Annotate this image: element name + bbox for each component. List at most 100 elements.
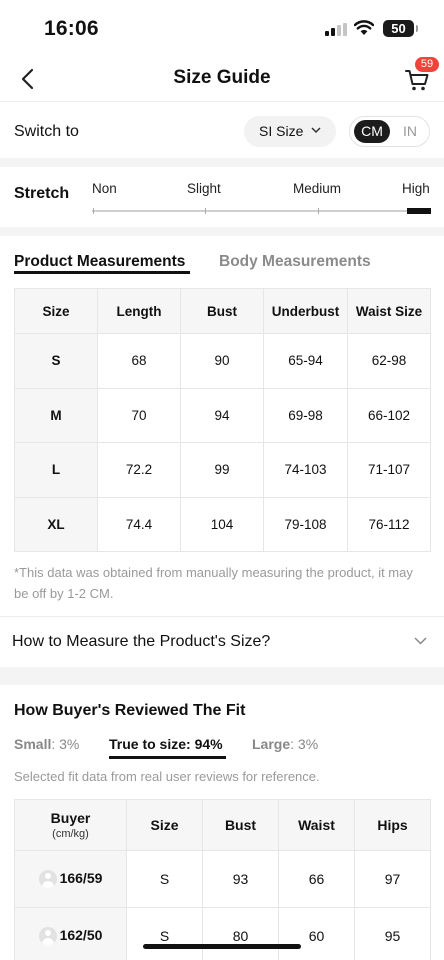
avatar	[38, 870, 57, 889]
stretch-tick	[205, 208, 206, 214]
table-row: 166/59 S 93 66 97	[14, 850, 431, 908]
unit-in-option[interactable]: IN	[394, 120, 426, 143]
active-tab-indicator	[14, 271, 190, 274]
size-system-dropdown[interactable]: SI Size	[244, 116, 336, 147]
buyer-fit-title: How Buyer's Reviewed The Fit	[14, 702, 246, 719]
table-cell: 90	[180, 333, 264, 389]
how-to-measure-expander[interactable]: How to Measure the Product's Size?	[0, 616, 444, 667]
table-cell: 79-108	[263, 496, 348, 552]
cellular-signal-icon	[325, 23, 347, 36]
column-header: Underbust	[263, 288, 348, 334]
table-header-row: Size Length Bust Underbust Waist Size	[14, 288, 431, 334]
cart-count-badge: 59	[415, 57, 439, 72]
stretch-option-high: High	[402, 181, 430, 196]
fit-large[interactable]: Large: 3%	[252, 736, 318, 752]
table-cell: 80	[202, 907, 279, 960]
stretch-option-medium: Medium	[293, 181, 342, 196]
product-measurements-table: Size Length Bust Underbust Waist Size S …	[14, 288, 431, 552]
column-header: Size	[126, 799, 203, 851]
table-cell: 104	[180, 496, 264, 552]
table-cell: 72.2	[97, 442, 181, 498]
column-header: Waist	[278, 799, 355, 851]
switch-row: Switch to SI Size CM IN	[0, 103, 444, 159]
buyer-header-unit: (cm/kg)	[52, 828, 89, 840]
table-row: XL 74.4 104 79-108 76-112	[14, 496, 431, 552]
status-bar: 16:06 50	[0, 0, 444, 56]
table-row: 162/50 S 80 60 95	[14, 907, 431, 960]
table-cell: 93	[202, 850, 279, 908]
measurement-disclaimer: *This data was obtained from manually me…	[14, 565, 413, 601]
size-cell: L	[14, 442, 98, 498]
unit-toggle: CM IN	[349, 116, 430, 147]
table-row: M 70 94 69-98 66-102	[14, 387, 431, 443]
status-time: 16:06	[44, 17, 99, 40]
column-header: Size	[14, 288, 98, 334]
table-cell: 66	[278, 850, 355, 908]
table-header-row: Buyer (cm/kg) Size Bust Waist Hips	[14, 799, 431, 851]
size-cell: XL	[14, 496, 98, 552]
tab-product-measurements[interactable]: Product Measurements	[14, 253, 185, 271]
tab-body-measurements[interactable]: Body Measurements	[219, 253, 371, 271]
table-cell: 60	[278, 907, 355, 960]
buyer-value: 162/50	[59, 926, 103, 943]
fit-true-to-size[interactable]: True to size: 94%	[109, 736, 223, 752]
size-system-value: SI Size	[259, 123, 304, 139]
table-cell: 69-98	[263, 387, 348, 443]
fit-large-label: Large	[252, 736, 291, 752]
size-cell: M	[14, 387, 98, 443]
buyer-cell: 166/59	[14, 850, 127, 908]
table-cell: 71-107	[347, 442, 431, 498]
column-header: Waist Size	[347, 288, 431, 334]
section-divider	[0, 158, 444, 167]
table-cell: 97	[354, 850, 431, 908]
wifi-icon	[354, 20, 374, 35]
table-cell: 76-112	[347, 496, 431, 552]
fit-active-indicator	[109, 756, 226, 759]
fit-data-note: Selected fit data from real user reviews…	[14, 769, 320, 784]
table-cell: 94	[180, 387, 264, 443]
table-row: L 72.2 99 74-103 71-107	[14, 442, 431, 498]
table-cell: 99	[180, 442, 264, 498]
buyer-value: 166/59	[59, 869, 103, 886]
table-cell: 70	[97, 387, 181, 443]
fit-stats: Small: 3% True to size: 94% Large: 3%	[0, 736, 444, 760]
table-row: S 68 90 65-94 62-98	[14, 333, 431, 389]
fit-small-value: : 3%	[51, 736, 80, 752]
table-cell: S	[126, 907, 203, 960]
stretch-label: Stretch	[14, 185, 70, 202]
stretch-tick	[93, 208, 94, 214]
fit-small-label: Small	[14, 736, 52, 752]
buyer-fit-table: Buyer (cm/kg) Size Bust Waist Hips 166/5…	[14, 799, 431, 960]
table-cell: 66-102	[347, 387, 431, 443]
nav-header: Size Guide 59	[0, 56, 444, 102]
column-header: Bust	[180, 288, 264, 334]
column-header: Bust	[202, 799, 279, 851]
page-title: Size Guide	[173, 67, 271, 88]
stretch-track	[92, 210, 431, 212]
table-cell: 74-103	[263, 442, 348, 498]
section-divider	[0, 667, 444, 685]
table-cell: 62-98	[347, 333, 431, 389]
home-indicator	[143, 944, 301, 949]
column-header-buyer: Buyer (cm/kg)	[14, 799, 127, 851]
stretch-option-non: Non	[92, 181, 117, 196]
table-cell: 74.4	[97, 496, 181, 552]
size-cell: S	[14, 333, 98, 389]
chevron-down-icon	[414, 637, 427, 645]
unit-cm-option[interactable]: CM	[354, 120, 390, 143]
buyer-header-label: Buyer	[50, 810, 91, 826]
table-cell: 95	[354, 907, 431, 960]
stretch-option-slight: Slight	[187, 181, 221, 196]
avatar	[38, 927, 57, 946]
buyer-cell: 162/50	[14, 907, 127, 960]
battery-icon: 50	[383, 20, 418, 37]
table-cell: S	[126, 850, 203, 908]
chevron-down-icon	[311, 127, 321, 134]
switch-label: Switch to	[14, 123, 79, 140]
stretch-scale: Stretch Non Slight Medium High	[0, 167, 444, 225]
column-header: Length	[97, 288, 181, 334]
fit-small[interactable]: Small: 3%	[14, 736, 79, 752]
table-cell: 65-94	[263, 333, 348, 389]
column-header: Hips	[354, 799, 431, 851]
section-divider	[0, 227, 444, 236]
